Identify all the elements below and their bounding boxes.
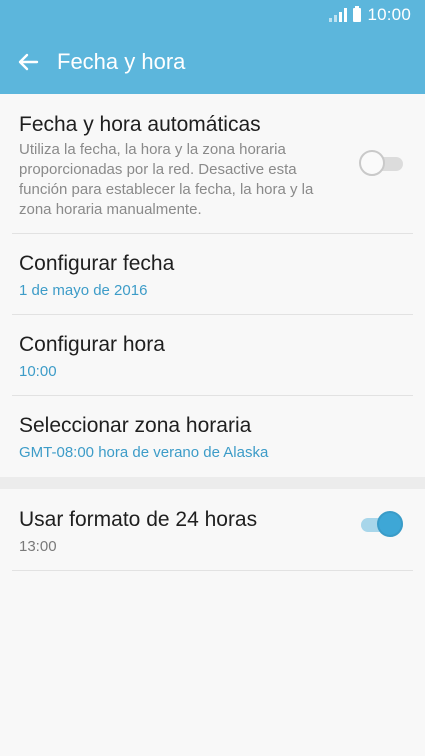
set-date-row[interactable]: Configurar fecha 1 de mayo de 2016	[0, 234, 425, 314]
signal-icon	[329, 8, 348, 22]
status-indicators: 10:00	[329, 5, 411, 25]
settings-list: Fecha y hora automáticas Utiliza la fech…	[0, 94, 425, 571]
time-zone-row[interactable]: Seleccionar zona horaria GMT-08:00 hora …	[0, 396, 425, 477]
format-24h-switch[interactable]	[359, 511, 403, 537]
format-24h-row[interactable]: Usar formato de 24 horas 13:00	[0, 489, 425, 570]
status-bar: 10:00	[0, 0, 425, 30]
app-bar: Fecha y hora	[0, 30, 425, 94]
switch-thumb	[359, 150, 385, 176]
back-button[interactable]	[10, 44, 46, 80]
format-24h-title: Usar formato de 24 horas	[19, 508, 258, 531]
time-zone-value: GMT-08:00 hora de verano de Alaska	[19, 444, 269, 461]
arrow-left-icon	[18, 53, 39, 71]
status-time: 10:00	[367, 5, 411, 24]
format-24h-value: 13:00	[19, 538, 57, 555]
divider	[12, 570, 413, 571]
auto-datetime-description: Utiliza la fecha, la hora y la zona hora…	[19, 141, 314, 218]
page-title: Fecha y hora	[57, 49, 186, 74]
set-date-title: Configurar fecha	[19, 252, 175, 275]
set-time-value: 10:00	[19, 363, 57, 380]
switch-thumb	[377, 511, 403, 537]
set-time-row[interactable]: Configurar hora 10:00	[0, 315, 425, 395]
set-date-value: 1 de mayo de 2016	[19, 282, 148, 299]
battery-icon	[353, 6, 362, 22]
set-time-title: Configurar hora	[19, 333, 165, 356]
time-zone-title: Seleccionar zona horaria	[19, 414, 252, 437]
auto-datetime-switch[interactable]	[359, 150, 403, 176]
section-divider	[0, 477, 425, 489]
auto-datetime-row[interactable]: Fecha y hora automáticas Utiliza la fech…	[0, 94, 425, 233]
auto-datetime-title: Fecha y hora automáticas	[19, 113, 261, 136]
